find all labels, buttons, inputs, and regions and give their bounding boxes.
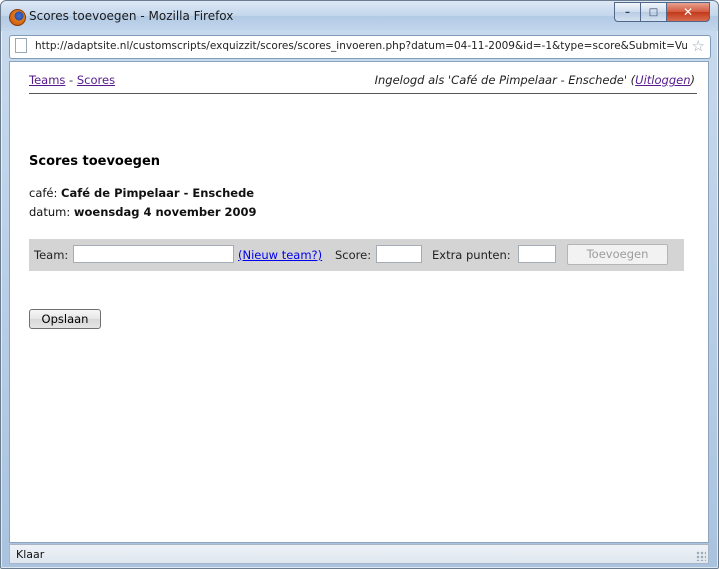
browser-window: Scores toevoegen - Mozilla Firefox – □ ✕… — [0, 0, 719, 569]
login-text: Ingelogd als 'Café de Pimpelaar - Ensche… — [374, 73, 636, 87]
status-text: Klaar — [16, 548, 45, 561]
cafe-label: café: — [29, 186, 62, 200]
datum-value: woensdag 4 november 2009 — [73, 205, 257, 219]
page-title: Scores toevoegen — [29, 154, 161, 169]
maximize-button[interactable]: □ — [640, 2, 666, 22]
datum-line: datum: woensdag 4 november 2009 — [29, 205, 257, 219]
nav-separator: - — [65, 73, 77, 87]
bookmark-star-icon[interactable]: ☆ — [692, 37, 705, 55]
scores-link[interactable]: Scores — [77, 73, 115, 87]
firefox-icon — [9, 9, 26, 26]
extra-points-input[interactable] — [518, 245, 556, 263]
extra-points-label: Extra punten: — [432, 248, 511, 262]
new-team-link[interactable]: (Nieuw team?) — [238, 248, 322, 262]
resize-grip-icon[interactable] — [696, 551, 706, 561]
url-text[interactable]: http://adaptsite.nl/customscripts/exquiz… — [35, 40, 687, 52]
login-status: Ingelogd als 'Café de Pimpelaar - Ensche… — [375, 73, 695, 87]
save-button[interactable]: Opslaan — [29, 309, 101, 329]
page-content: Teams - Scores Ingelogd als 'Café de Pim… — [9, 61, 709, 543]
cafe-value: Café de Pimpelaar - Enschede — [61, 186, 255, 200]
window-controls: – □ ✕ — [614, 2, 710, 22]
status-bar: Klaar — [9, 544, 709, 564]
close-button[interactable]: ✕ — [666, 2, 710, 22]
score-label: Score: — [335, 248, 372, 262]
page-icon — [15, 38, 27, 53]
score-input[interactable] — [376, 245, 422, 263]
minimize-button[interactable]: – — [614, 2, 640, 22]
logout-link[interactable]: Uitloggen — [635, 73, 690, 87]
top-navigation: Teams - Scores Ingelogd als 'Café de Pim… — [29, 73, 697, 94]
team-label: Team: — [34, 248, 69, 262]
datum-label: datum: — [29, 205, 74, 219]
score-entry-form: Team: (Nieuw team?) Score: Extra punten:… — [29, 239, 684, 271]
cafe-line: café: Café de Pimpelaar - Enschede — [29, 186, 254, 200]
title-bar: Scores toevoegen - Mozilla Firefox – □ ✕ — [1, 1, 718, 31]
window-title: Scores toevoegen - Mozilla Firefox — [29, 9, 234, 23]
add-button[interactable]: Toevoegen — [567, 244, 668, 265]
teams-link[interactable]: Teams — [29, 73, 65, 87]
team-input[interactable] — [73, 245, 234, 263]
login-suffix: ) — [690, 73, 696, 87]
address-bar[interactable]: http://adaptsite.nl/customscripts/exquiz… — [9, 35, 711, 59]
nav-links: Teams - Scores — [29, 73, 115, 87]
